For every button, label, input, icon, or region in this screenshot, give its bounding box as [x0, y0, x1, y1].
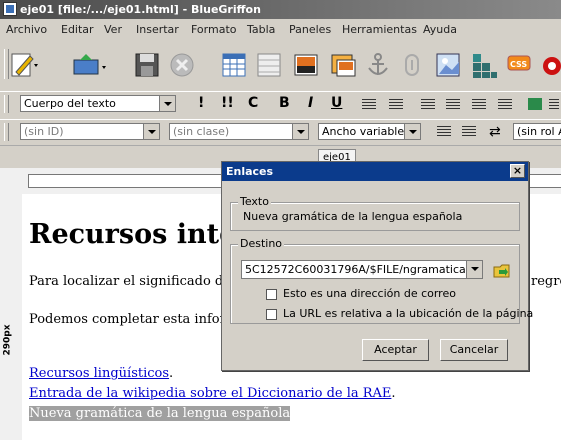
chevron-down-icon[interactable]	[143, 124, 159, 139]
window-title: eje01 [file:/.../eje01.html] - BlueGriff…	[20, 3, 261, 16]
email-checkbox[interactable]	[266, 289, 277, 300]
dialog-title: Enlaces	[226, 165, 274, 178]
destination-url-input[interactable]: 5C12572C60031796A/$FILE/ngramatica.htm	[241, 260, 483, 279]
link-wikipedia-rae[interactable]: Entrada de la wikipedia sobre el Diccion…	[29, 386, 391, 401]
css-icon[interactable]: CSS	[506, 50, 534, 80]
document-heading: Recursos inter	[29, 219, 251, 250]
vertical-ruler	[0, 194, 23, 440]
float-left-icon[interactable]	[437, 126, 451, 138]
destination-url-value: 5C12572C60031796A/$FILE/ngramatica.htm	[245, 263, 467, 276]
document-link-line-2: Entrada de la wikipedia sobre el Diccion…	[29, 386, 396, 401]
justify-icon[interactable]	[498, 99, 512, 111]
toolbar-grip	[4, 95, 9, 113]
id-select-value: (sin ID)	[24, 125, 64, 138]
selected-text[interactable]: Nueva gramática de la lengua española	[29, 406, 291, 421]
link-icon[interactable]	[398, 50, 426, 80]
vertical-ruler-label: 290px	[2, 324, 13, 356]
anchor-icon[interactable]	[364, 50, 392, 80]
document-paragraph-2: Podemos completar esta inform	[29, 312, 239, 327]
float-right-icon[interactable]	[462, 126, 476, 138]
media-icon[interactable]	[329, 50, 357, 80]
save-icon[interactable]	[133, 50, 161, 80]
settings-icon[interactable]	[540, 50, 561, 80]
image-icon[interactable]	[292, 50, 320, 80]
new-document-icon[interactable]	[10, 50, 38, 80]
text-group: Nueva gramática de la lengua española	[230, 202, 520, 231]
paragraph-style-select[interactable]: Cuerpo del texto	[20, 95, 176, 112]
open-icon[interactable]	[72, 50, 106, 80]
links-dialog: Enlaces × Nueva gramática de la lengua e…	[221, 161, 533, 371]
close-icon[interactable]: ×	[510, 164, 525, 178]
format-toolbar: Cuerpo del texto ! !! C B I U	[0, 91, 561, 116]
relative-url-checkbox[interactable]	[266, 309, 277, 320]
link-text-value: Nueva gramática de la lengua española	[243, 210, 463, 223]
chevron-down-icon[interactable]	[159, 96, 175, 111]
picture-icon[interactable]	[434, 50, 462, 80]
class-select[interactable]: (sin clase)	[169, 123, 309, 140]
menu-formato[interactable]: Formato	[191, 23, 237, 36]
form-icon[interactable]	[255, 50, 283, 80]
destination-group: 5C12572C60031796A/$FILE/ngramatica.htm E…	[230, 244, 533, 324]
toolbar-grip	[4, 49, 9, 79]
link1-suffix: .	[169, 366, 174, 381]
accept-button[interactable]: Aceptar	[362, 339, 429, 361]
menu-herramientas[interactable]: Herramientas	[342, 23, 417, 36]
cancel-button[interactable]: Cancelar	[440, 339, 508, 361]
text-group-label: Texto	[238, 195, 271, 208]
chevron-down-icon[interactable]	[404, 124, 420, 139]
role-select[interactable]: (sin rol A	[513, 123, 561, 140]
bullet-list-icon[interactable]	[362, 99, 376, 111]
bold-button[interactable]: B	[279, 95, 290, 111]
align-right-icon[interactable]	[472, 99, 486, 111]
document-selected-line: Nueva gramática de la lengua española	[29, 406, 291, 421]
destination-group-label: Destino	[238, 237, 285, 250]
document-paragraph-1: Para localizar el significado de u	[29, 274, 243, 289]
attributes-toolbar: (sin ID) (sin clase) Ancho variable ⇄ (s…	[0, 119, 561, 144]
toolbar-grip	[4, 123, 9, 141]
table-icon[interactable]	[220, 50, 248, 80]
menu-insertar[interactable]: Insertar	[136, 23, 179, 36]
email-checkbox-label: Esto es una dirección de correo	[283, 287, 456, 300]
title-bar: eje01 [file:/.../eje01.html] - BlueGriff…	[0, 0, 561, 19]
menu-archivo[interactable]: Archivo	[6, 23, 47, 36]
menu-ver[interactable]: Ver	[104, 23, 122, 36]
emphasis-button[interactable]: !	[198, 95, 204, 111]
dialog-title-bar: Enlaces ×	[222, 162, 528, 181]
blocks-icon[interactable]	[470, 50, 498, 80]
paragraph-1-tail: regre	[531, 274, 561, 289]
underline-button[interactable]: U	[331, 95, 342, 111]
width-select[interactable]: Ancho variable	[318, 123, 421, 140]
numbered-list-icon[interactable]	[389, 99, 403, 111]
role-select-value: (sin rol A	[517, 125, 561, 138]
stop-icon[interactable]	[168, 50, 196, 80]
italic-button[interactable]: I	[308, 95, 313, 111]
link2-suffix: .	[391, 386, 396, 401]
indent-icon[interactable]	[528, 98, 542, 110]
main-toolbar: CSS	[0, 41, 561, 89]
class-select-value: (sin clase)	[173, 125, 230, 138]
menu-bar: Archivo Editar Ver Insertar Formato Tabl…	[0, 20, 561, 40]
code-button[interactable]: C	[248, 95, 258, 111]
chevron-down-icon[interactable]	[292, 124, 308, 139]
app-icon	[3, 2, 17, 16]
align-left-icon[interactable]	[421, 99, 435, 111]
menu-tabla[interactable]: Tabla	[247, 23, 275, 36]
chevron-down-icon[interactable]	[466, 261, 482, 278]
menu-paneles[interactable]: Paneles	[289, 23, 331, 36]
outdent-icon[interactable]	[549, 99, 559, 111]
relative-url-checkbox-label: La URL es relativa a la ubicación de la …	[283, 307, 534, 320]
browse-folder-icon[interactable]	[493, 261, 511, 282]
svg-text:CSS: CSS	[510, 60, 527, 69]
menu-editar[interactable]: Editar	[61, 23, 94, 36]
refresh-icon[interactable]: ⇄	[489, 124, 501, 140]
document-link-line-1: Recursos lingüísticos.	[29, 366, 173, 381]
id-select[interactable]: (sin ID)	[20, 123, 160, 140]
strong-button[interactable]: !!	[221, 95, 234, 111]
align-center-icon[interactable]	[446, 99, 460, 111]
width-select-value: Ancho variable	[322, 125, 405, 138]
paragraph-1-text: Para localizar el significado de u	[29, 274, 244, 289]
paragraph-style-value: Cuerpo del texto	[24, 97, 116, 110]
link-recursos[interactable]: Recursos lingüísticos	[29, 366, 169, 381]
menu-ayuda[interactable]: Ayuda	[423, 23, 457, 36]
